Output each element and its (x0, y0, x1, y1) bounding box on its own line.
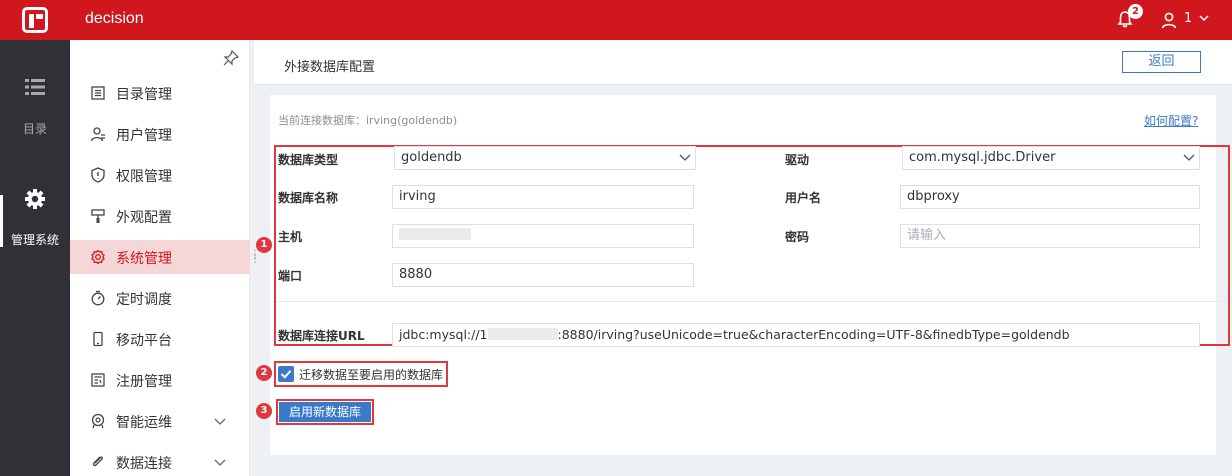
chevron-down-icon[interactable] (213, 456, 227, 468)
primary-nav: 目录 管理系统 (0, 40, 70, 476)
sidebar-item-ops[interactable]: 智能运维 (70, 404, 250, 438)
step-marker-3: 3 (256, 403, 272, 419)
username-label: 用户名 (785, 191, 822, 205)
sidebar-item-label: 外观配置 (116, 210, 172, 226)
enable-db-button[interactable]: 启用新数据库 (279, 402, 371, 422)
sidebar-item-catalog[interactable]: 目录管理 (70, 76, 250, 110)
step-marker-1: 1 (256, 237, 272, 253)
host-input[interactable] (392, 224, 694, 248)
brush-icon (91, 209, 105, 223)
user-icon (90, 127, 105, 142)
nav-system-label: 管理系统 (10, 233, 59, 247)
port-label: 端口 (278, 269, 303, 283)
app-title: decision (85, 10, 144, 27)
user-icon[interactable] (1160, 11, 1178, 29)
port-input[interactable]: 8880 (392, 263, 694, 287)
redacted-host (399, 228, 471, 240)
db-name-label: 数据库名称 (278, 191, 339, 205)
back-button[interactable]: 返回 (1122, 51, 1201, 73)
list-icon (25, 79, 45, 95)
nav-catalog-label: 目录 (22, 122, 47, 136)
sidebar-item-system[interactable]: 系统管理 (70, 240, 250, 274)
db-type-select[interactable]: goldendb (394, 146, 696, 170)
nav-catalog[interactable]: 目录 (0, 70, 70, 140)
gear-icon (91, 249, 105, 265)
driver-label: 驱动 (785, 153, 810, 167)
chevron-down-icon (1183, 154, 1195, 161)
howto-link[interactable]: 如何配置? (1144, 112, 1198, 129)
db-name-input[interactable]: irving (392, 185, 694, 209)
nav-system[interactable]: 管理系统 (0, 183, 70, 253)
sidebar: 目录管理 用户管理 权限管理 外观配置 系统管理 定时调度 移动平台 注册管理 … (70, 40, 250, 476)
link-icon (92, 456, 103, 467)
sidebar-item-data-connection[interactable]: 数据连接 (70, 445, 250, 476)
sidebar-item-users[interactable]: 用户管理 (70, 117, 250, 151)
url-label: 数据库连接URL (278, 329, 365, 343)
register-icon (91, 373, 105, 387)
catalog-icon (91, 86, 105, 100)
notification-badge: 2 (1128, 4, 1143, 19)
content-header: 外接数据库配置 返回 (254, 40, 1232, 85)
user-name[interactable]: 1 (1184, 11, 1192, 26)
db-type-value: goldendb (401, 150, 462, 165)
username-input[interactable]: dbproxy (900, 185, 1200, 209)
resize-handle[interactable]: ⋮ ⋮ (250, 250, 260, 268)
pin-icon[interactable] (223, 50, 239, 66)
sidebar-item-appearance[interactable]: 外观配置 (70, 199, 250, 233)
url-prefix: jdbc:mysql://1 (399, 327, 488, 342)
sidebar-item-label: 权限管理 (116, 169, 172, 185)
redacted-url-host (487, 328, 558, 340)
ops-icon (91, 413, 105, 429)
mobile-icon (93, 331, 103, 347)
sidebar-item-label: 移动平台 (116, 333, 172, 349)
url-suffix: :8880/irving?useUnicode=true&characterEn… (557, 327, 1070, 342)
sidebar-item-permissions[interactable]: 权限管理 (70, 158, 250, 192)
driver-value: com.mysql.jdbc.Driver (909, 150, 1056, 165)
current-db-label: 当前连接数据库：irving(goldendb) (278, 114, 458, 127)
migrate-label[interactable]: 迁移数据至要启用的数据库 (299, 366, 443, 383)
host-label: 主机 (278, 230, 303, 244)
logo-icon[interactable] (22, 7, 48, 33)
shield-icon (91, 167, 105, 183)
driver-select[interactable]: com.mysql.jdbc.Driver (902, 146, 1200, 170)
password-input[interactable]: 请输入 (900, 224, 1200, 248)
chevron-down-icon[interactable] (1198, 12, 1210, 24)
form-divider (276, 301, 1228, 302)
sidebar-item-scheduling[interactable]: 定时调度 (70, 281, 250, 315)
chevron-down-icon[interactable] (213, 415, 227, 427)
timer-icon (91, 290, 105, 306)
step-marker-2: 2 (256, 365, 272, 381)
url-input[interactable]: jdbc:mysql://1 :8880/irving?useUnicode=tr… (392, 323, 1200, 347)
chevron-down-icon (679, 154, 691, 161)
gear-icon (25, 189, 45, 209)
sidebar-item-label: 定时调度 (116, 292, 172, 308)
top-bar: decision 2 1 (0, 0, 1232, 40)
db-type-label: 数据库类型 (278, 153, 339, 167)
password-label: 密码 (785, 230, 810, 244)
page-title: 外接数据库配置 (284, 60, 376, 75)
sidebar-item-label: 用户管理 (116, 128, 172, 144)
sidebar-item-registration[interactable]: 注册管理 (70, 363, 250, 397)
sidebar-item-label: 目录管理 (116, 87, 172, 103)
sidebar-item-mobile[interactable]: 移动平台 (70, 322, 250, 356)
sidebar-item-label: 注册管理 (116, 374, 172, 390)
sidebar-item-label: 数据连接 (116, 456, 172, 472)
sidebar-item-label: 智能运维 (116, 415, 172, 431)
migrate-checkbox[interactable] (278, 366, 294, 382)
sidebar-item-label: 系统管理 (116, 251, 172, 267)
